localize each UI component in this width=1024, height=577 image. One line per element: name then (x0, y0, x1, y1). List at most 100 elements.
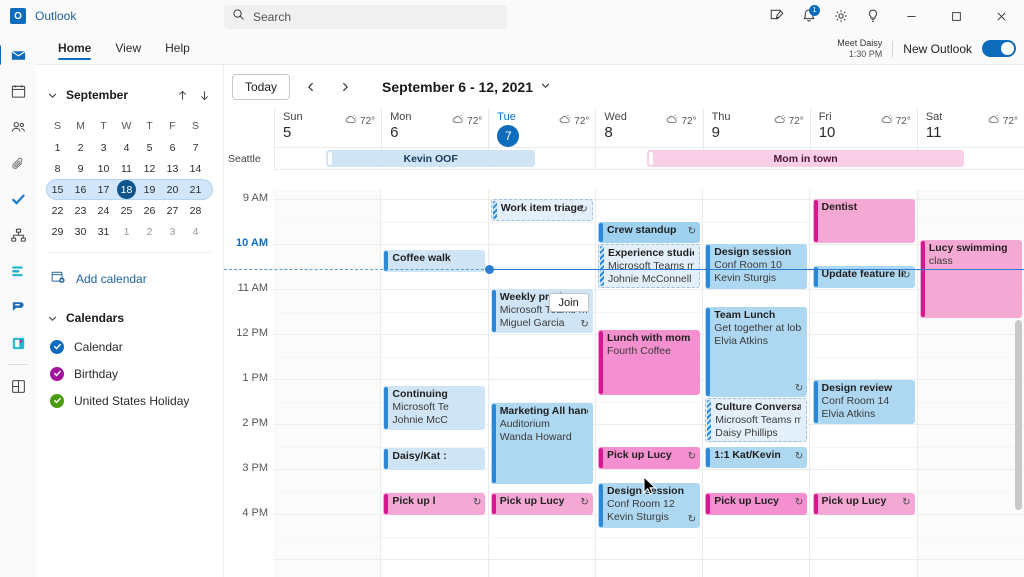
day-header-mon[interactable]: Mon 6 72° (381, 108, 488, 147)
day-header-sun[interactable]: Sun 5 72° (274, 108, 381, 147)
close-button[interactable] (979, 0, 1024, 32)
mini-calendar-day[interactable]: 21 (184, 179, 207, 200)
mini-calendar-day[interactable]: 6 (161, 137, 184, 158)
calendar-event[interactable]: Pick up Lucy ↻ (812, 493, 915, 515)
day-header-tue[interactable]: Tue 7 72° (488, 108, 595, 147)
mini-calendar-day[interactable]: 20 (161, 179, 184, 200)
search-box[interactable] (224, 5, 507, 29)
mini-calendar-day[interactable]: 22 (46, 200, 69, 221)
calendar-event[interactable]: Daisy/Kat : (383, 448, 486, 470)
mini-calendar-day[interactable]: 15 (46, 179, 69, 200)
mini-calendar-day[interactable]: 1 (46, 137, 69, 158)
calendar-event[interactable]: 1:1 Kat/Kevin ↻ (705, 447, 808, 468)
mini-calendar-day[interactable]: 3 (161, 221, 184, 242)
calendar-event[interactable]: Pick up l ↻ (383, 493, 486, 515)
calendar-list-item[interactable]: United States Holiday (36, 387, 223, 414)
day-column-sun[interactable] (274, 190, 381, 577)
day-header-fri[interactable]: Fri 10 72° (809, 108, 917, 147)
day-header-sat[interactable]: Sat 11 72° (916, 108, 1024, 147)
calendar-event[interactable]: Lunch with mom Fourth Coffee (597, 330, 700, 395)
calendars-section-header[interactable]: Calendars (36, 303, 223, 333)
mini-calendar-day[interactable]: 28 (184, 200, 207, 221)
bell-icon[interactable]: 1 (793, 0, 825, 32)
mini-calendar-day[interactable]: 10 (92, 158, 115, 179)
calendar-event[interactable]: Dentist (812, 199, 915, 243)
mini-calendar-day[interactable]: 8 (46, 158, 69, 179)
calendar-event[interactable]: Culture ConversatioMicrosoft Teams meDai… (705, 398, 808, 442)
date-range-selector[interactable]: September 6 - 12, 2021 (376, 74, 557, 100)
mini-calendar-day[interactable]: 23 (69, 200, 92, 221)
search-input[interactable] (253, 10, 493, 24)
rail-item-todo[interactable] (2, 181, 34, 217)
lightbulb-icon[interactable] (857, 0, 889, 32)
rail-item-calendar[interactable] (2, 73, 34, 109)
calendar-event[interactable]: Work item triage ↻ (490, 199, 593, 221)
rail-item-viva[interactable] (2, 217, 34, 253)
add-calendar-button[interactable]: Add calendar (36, 263, 223, 295)
mini-calendar[interactable]: S M T W T F S 1 2 3 4 5 6 7 8 9 10 11 12 13 14 15 16 17 18 19 20 21… (36, 111, 223, 242)
day-column-thu[interactable]: Design session Conf Room 10 Kevin Sturgis T… (702, 190, 810, 577)
calendar-event[interactable]: Pick up Lucy ↻ (597, 447, 700, 469)
mini-calendar-day[interactable]: 12 (138, 158, 161, 179)
mini-calendar-week[interactable]: 22 23 24 25 26 27 28 (46, 200, 213, 221)
calendar-list-item[interactable]: Calendar (36, 333, 223, 360)
minimize-button[interactable] (889, 0, 934, 32)
mini-calendar-week[interactable]: 1 2 3 4 5 6 7 (46, 137, 213, 158)
rail-item-teams[interactable] (2, 253, 34, 289)
calendar-event[interactable]: Weekly product team syncMicrosoft Teams … (490, 289, 593, 333)
mini-calendar-day[interactable]: 5 (138, 137, 161, 158)
next-week-button[interactable] (332, 74, 358, 100)
mini-calendar-day[interactable]: 24 (92, 200, 115, 221)
calendar-event[interactable]: Experience studio syncMicrosoft Teams me… (597, 244, 700, 288)
tab-help[interactable]: Help (155, 35, 200, 62)
arrow-down-icon[interactable] (193, 84, 215, 106)
calendar-event[interactable]: Design session Conf Room 12 Kevin Sturgis ↻ (597, 483, 700, 528)
mini-calendar-week[interactable]: 8 9 10 11 12 13 14 (46, 158, 213, 179)
calendar-event[interactable]: Crew standup ↻ (597, 222, 700, 243)
mini-calendar-day[interactable]: 16 (69, 179, 92, 200)
mini-calendar-day[interactable]: 2 (69, 137, 92, 158)
rail-item-apps[interactable] (2, 368, 34, 404)
new-outlook-toggle[interactable] (982, 40, 1016, 57)
calendar-event[interactable]: Team Lunch Get together at lobb Elvia Atki… (705, 307, 808, 397)
day-column-fri[interactable]: Dentist Update feature li ↻ Design review Co… (809, 190, 917, 577)
rail-item-people[interactable] (2, 109, 34, 145)
day-header-thu[interactable]: Thu 9 72° (702, 108, 810, 147)
mini-calendar-day[interactable]: 18 (115, 179, 138, 200)
calendar-event[interactable]: Continuing Microsoft Te Johnie McC (383, 386, 486, 430)
chevron-down-icon[interactable] (44, 87, 60, 103)
calendar-event[interactable]: Design session Conf Room 10 Kevin Sturgis (705, 244, 808, 289)
rail-item-yammer[interactable] (2, 289, 34, 325)
calendar-event[interactable]: Pick up Lucy ↻ (705, 493, 808, 515)
day-header-wed[interactable]: Wed 8 72° (595, 108, 702, 147)
upcoming-meeting-chip[interactable]: Meet Daisy 1:30 PM (837, 38, 882, 60)
mini-calendar-day[interactable]: 17 (92, 179, 115, 200)
all-day-event[interactable]: Mom in town (647, 150, 964, 167)
previous-week-button[interactable] (298, 74, 324, 100)
mini-calendar-week[interactable]: 29 30 31 1 2 3 4 (46, 221, 213, 242)
mini-calendar-day[interactable]: 4 (184, 221, 207, 242)
calendar-color-checkbox[interactable] (50, 366, 64, 381)
mini-calendar-day[interactable]: 25 (115, 200, 138, 221)
mini-calendar-day[interactable]: 1 (115, 221, 138, 242)
calendar-event[interactable]: Marketing All handsAuditoriumWanda Howar… (490, 403, 593, 484)
calendar-event[interactable]: Lucy swimming class (919, 240, 1022, 318)
calendar-event[interactable]: Pick up Lucy ↻ (490, 493, 593, 515)
mini-calendar-day[interactable]: 9 (69, 158, 92, 179)
today-button[interactable]: Today (232, 73, 291, 100)
all-day-event[interactable]: Kevin OOF (326, 150, 536, 167)
mini-calendar-week[interactable]: 15 16 17 18 19 20 21 (46, 179, 213, 200)
rail-item-mail[interactable] (0, 37, 34, 73)
note-icon[interactable] (761, 0, 793, 32)
calendar-color-checkbox[interactable] (50, 393, 64, 408)
day-column-wed[interactable]: Crew standup ↻ Experience studio syncMicro… (594, 190, 703, 577)
calendar-event[interactable]: Design review Conf Room 14 Elvia Atkins (812, 380, 915, 424)
calendar-scroll-area[interactable]: 9 AM 10 AM 11 AM 12 PM 1 PM 2 PM 3 PM 4 PM Coff… (224, 190, 1024, 577)
tab-view[interactable]: View (105, 35, 151, 62)
join-meeting-button[interactable]: Join (548, 293, 589, 312)
mini-calendar-day[interactable]: 31 (92, 221, 115, 242)
mini-calendar-day[interactable]: 4 (115, 137, 138, 158)
maximize-button[interactable] (934, 0, 979, 32)
mini-calendar-day[interactable]: 27 (161, 200, 184, 221)
day-column-mon[interactable]: Coffee walk Continuing Microsoft Te Johnie … (380, 190, 488, 577)
